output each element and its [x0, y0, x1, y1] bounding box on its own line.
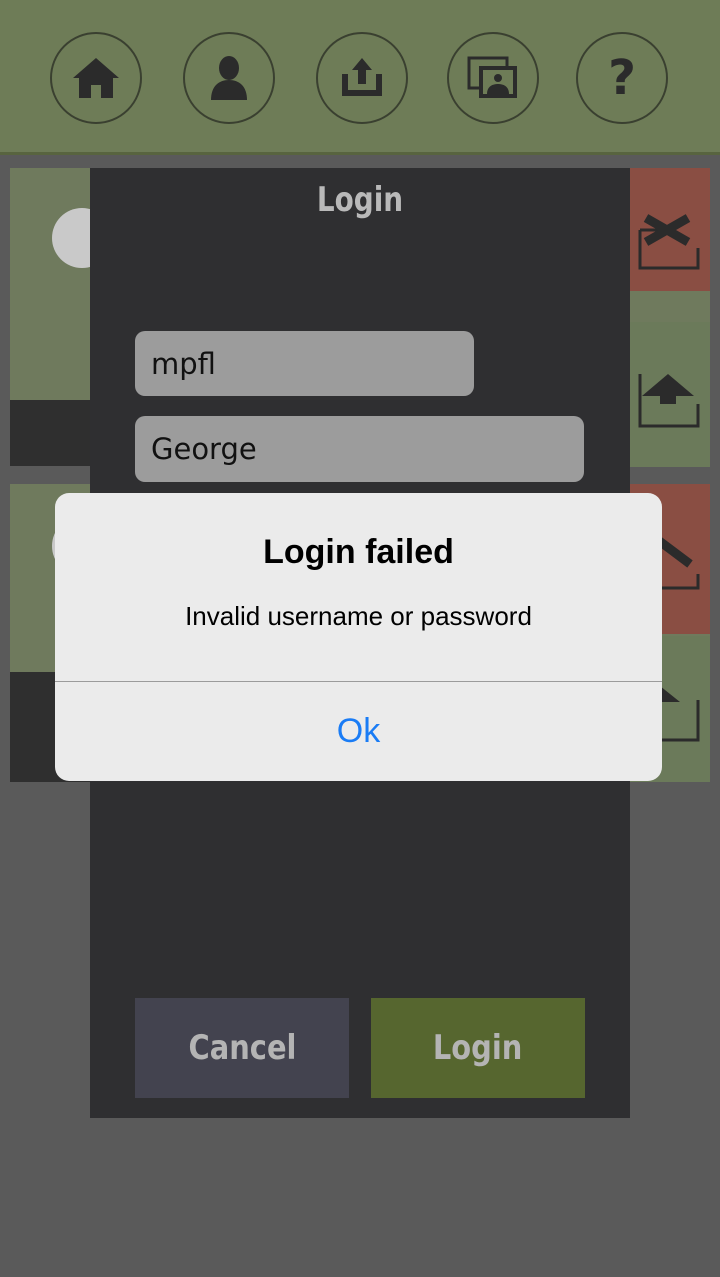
help-button[interactable]: ? [576, 32, 668, 124]
help-icon: ? [608, 50, 636, 106]
alert-message: Invalid username or password [185, 601, 532, 631]
password-field[interactable]: George [135, 416, 584, 482]
username-field[interactable]: mpfl [135, 331, 474, 396]
alert-title: Login failed [263, 533, 454, 571]
login-dialog-title: Login [316, 180, 404, 220]
ok-button[interactable]: Ok [55, 682, 662, 781]
cancel-button[interactable]: Cancel [135, 998, 349, 1098]
login-failed-alert: Login failed Invalid username or passwor… [55, 493, 662, 781]
login-button[interactable]: Login [371, 998, 585, 1098]
gallery-button[interactable] [447, 32, 539, 124]
upload-button[interactable] [316, 32, 408, 124]
profile-button[interactable] [183, 32, 275, 124]
home-button[interactable] [50, 32, 142, 124]
gallery-icon [467, 56, 517, 98]
upload-tile[interactable] [630, 322, 710, 467]
home-icon [73, 58, 119, 98]
user-icon [211, 56, 247, 100]
top-toolbar: ? [0, 0, 720, 155]
upload-icon [342, 58, 382, 96]
upload-icon [638, 374, 700, 428]
